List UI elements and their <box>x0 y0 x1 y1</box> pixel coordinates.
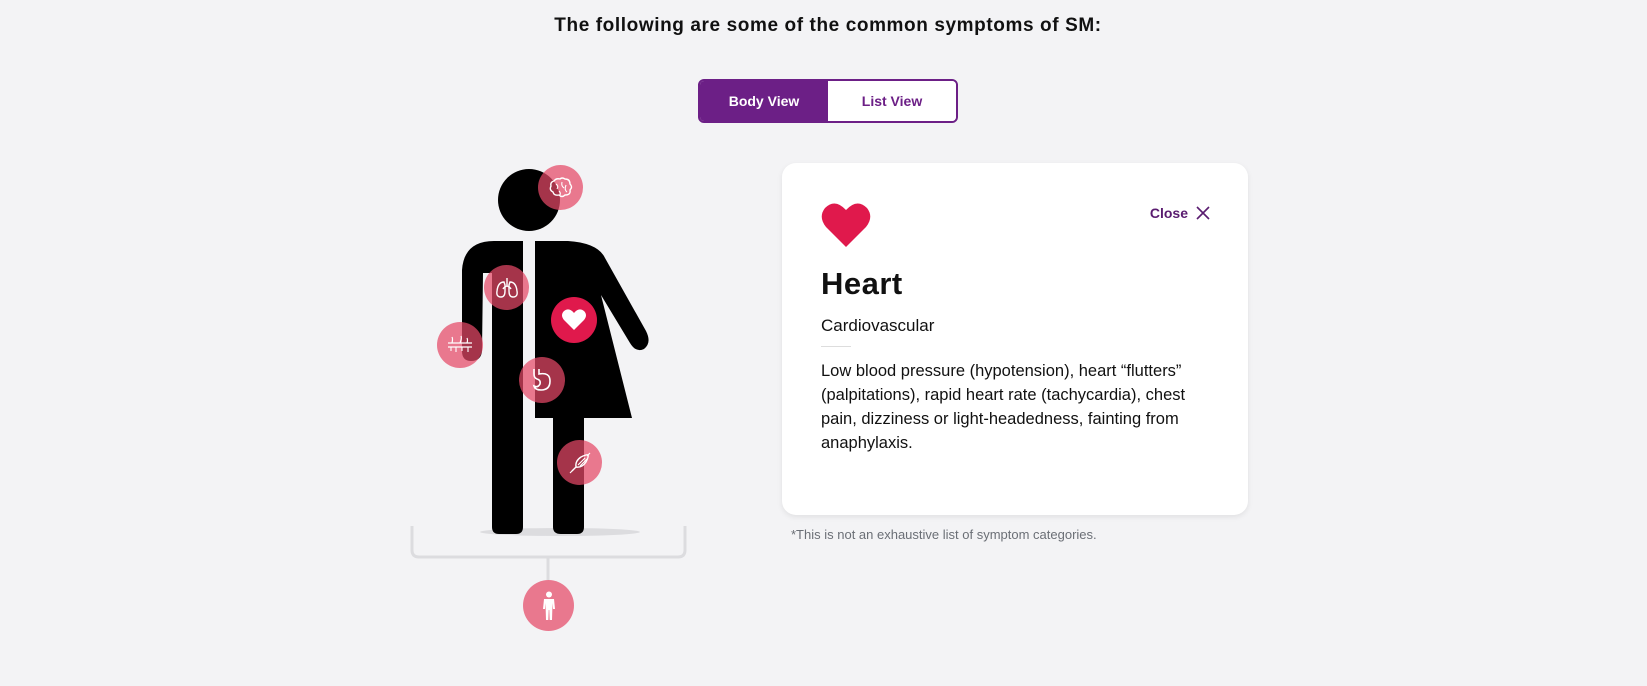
hotspot-stomach[interactable] <box>519 357 565 403</box>
hotspot-lungs[interactable] <box>484 265 529 310</box>
stomach-icon <box>532 369 551 391</box>
brain-icon <box>549 176 572 197</box>
card-body: Low blood pressure (hypotension), heart … <box>821 362 1186 452</box>
view-toggle: Body View List View <box>698 79 958 123</box>
disclaimer: *This is not an exhaustive list of sympt… <box>791 527 1097 542</box>
body-view-button[interactable]: Body View <box>700 81 828 121</box>
close-icon <box>1196 206 1210 220</box>
card-title: Heart <box>821 266 903 301</box>
hotspot-full-body[interactable] <box>523 580 574 631</box>
close-button[interactable]: Close <box>1150 205 1210 221</box>
symptom-card: Close Heart Cardiovascular Low blood pre… <box>782 163 1248 515</box>
lungs-icon <box>495 277 518 298</box>
page-heading: The following are some of the common sym… <box>554 15 1102 36</box>
person-icon <box>542 591 555 620</box>
body-map <box>400 160 700 640</box>
card-subtitle: Cardiovascular <box>821 316 935 335</box>
hotspot-brain[interactable] <box>538 165 583 210</box>
heart-icon <box>820 201 872 254</box>
divider <box>821 346 851 347</box>
heart-icon <box>562 309 586 330</box>
skin-icon <box>448 335 472 352</box>
list-view-button[interactable]: List View <box>828 81 956 121</box>
muscle-icon <box>569 452 590 473</box>
hotspot-muscle[interactable] <box>557 440 602 485</box>
hotspot-skin[interactable] <box>437 322 483 368</box>
close-label: Close <box>1149 205 1188 221</box>
hotspot-heart[interactable] <box>551 297 597 343</box>
